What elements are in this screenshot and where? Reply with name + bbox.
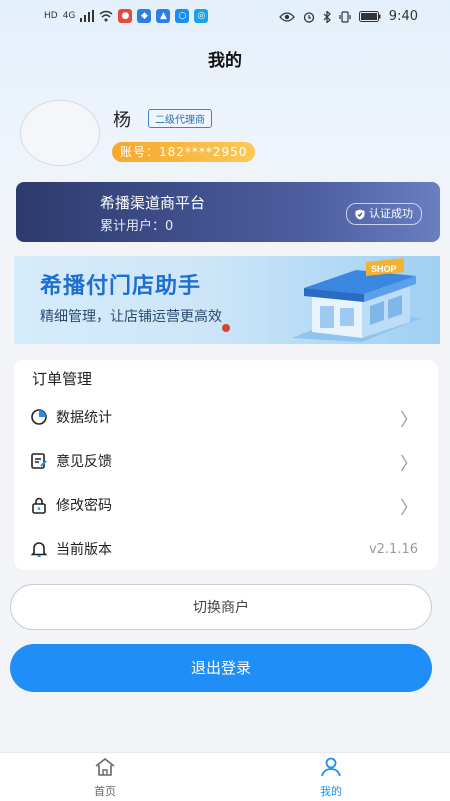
status-right: 9:40 [278,9,418,24]
security-app-icon: ▲ [156,9,171,23]
banner-title: 希播付门店助手 [40,274,202,299]
tab-home[interactable]: 首页 [60,757,150,799]
menu-card: 订单管理 数据统计 〉 意见反馈 〉 修改密码 〉 当前版本 v2.1.16 [14,360,438,570]
wifi-icon [99,10,113,22]
app-icon: ◆ [137,9,152,23]
version-value: v2.1.16 [368,542,418,557]
weibo-icon: ● [118,9,133,23]
signal-icon [80,10,95,22]
chevron-right-icon: 〉 [400,498,418,519]
logout-button[interactable]: 退出登录 [10,644,432,692]
verify-label: 认证成功 [369,207,413,220]
chevron-right-icon: 〉 [400,454,418,475]
status-left: HD 4G ● ◆ ▲ ○ ◎ [44,9,209,23]
network-tag: 4G [62,11,76,21]
level-badge: 二级代理商 [148,109,212,128]
bulb-app-icon: ○ [175,9,190,23]
platform-users: 累计用户：0 [100,219,174,234]
account-pill: 账号：182****2950 [112,142,256,162]
menu-item-label: 意见反馈 [56,454,112,470]
promo-banner[interactable]: 希播付门店助手 精细管理，让店铺运营更高效 SHOP [14,256,440,344]
menu-item-data-statistics[interactable]: 数据统计 〉 [14,396,438,436]
banner-subtitle: 精细管理，让店铺运营更高效 [40,309,222,325]
menu-item-change-password[interactable]: 修改密码 〉 [14,484,438,524]
platform-name: 希播渠道商平台 [100,194,206,212]
menu-item-current-version[interactable]: 当前版本 v2.1.16 [14,528,438,568]
bluetooth-icon [323,10,331,23]
search-app-icon: ◎ [194,9,209,23]
lock-icon [32,497,46,514]
bell-icon [30,542,48,557]
clock-time: 9:40 [388,9,418,24]
alarm-icon [303,11,314,23]
page-title: 我的 [208,51,242,71]
hd-tag: HD [44,11,58,21]
banner-dot [222,324,230,332]
status-bar: HD 4G ● ◆ ▲ ○ ◎ 9:40 [0,0,450,36]
menu-item-feedback[interactable]: 意见反馈 〉 [14,440,438,480]
tab-bar: 首页 我的 [0,752,450,801]
avatar[interactable] [20,100,100,166]
tab-mine[interactable]: 我的 [286,757,376,799]
tab-home-label: 首页 [94,785,116,798]
menu-item-label: 当前版本 [56,542,112,558]
menu-item-label: 修改密码 [56,498,112,514]
user-icon [321,757,341,777]
shield-check-icon [355,209,365,219]
user-name: 杨 [113,110,131,131]
battery-icon [358,11,381,22]
tab-mine-label: 我的 [320,785,342,798]
menu-item-label: 数据统计 [56,410,112,426]
chevron-right-icon: 〉 [400,410,418,431]
verify-badge: 认证成功 [346,203,422,225]
vibrate-icon [339,10,351,23]
shop-illustration: SHOP [292,258,422,342]
home-icon [95,757,115,776]
shop-sign: SHOP [371,264,397,274]
menu-header: 订单管理 [32,370,93,388]
feedback-icon [31,453,47,469]
pie-chart-icon [31,409,47,425]
eye-icon [278,11,295,22]
switch-merchant-button[interactable]: 切换商户 [10,584,432,630]
platform-card[interactable]: 希播渠道商平台 累计用户：0 认证成功 [16,182,440,242]
